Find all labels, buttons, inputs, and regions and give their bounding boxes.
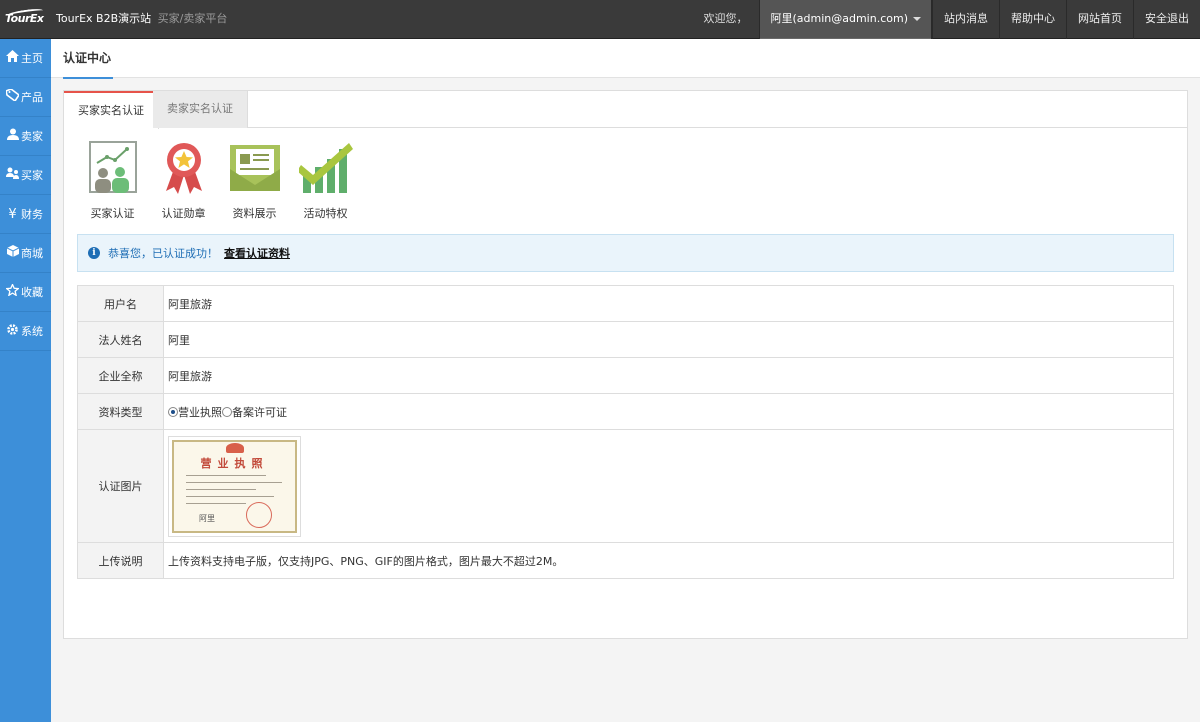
top-bar: TourEx TourEx B2B演示站 买家/卖家平台 欢迎您， 阿里(adm… [0,0,1200,41]
caret-down-icon [913,17,921,21]
sidebar-item-buyers[interactable]: 买家 [0,156,51,195]
envelope-card-icon [229,145,280,191]
table-row: 上传说明 上传资料支持电子版，仅支持JPG、PNG、GIF的图片格式，图片最大不… [77,542,1174,579]
page-header: 认证中心 [51,39,1200,79]
doc-type-options: 营业执照 备案许可证 [163,393,1174,430]
sidebar-item-label: 买家 [21,169,43,182]
table-row: 资料类型 营业执照 备案许可证 [77,393,1174,430]
chart-people-icon [88,141,137,193]
alert-message: 恭喜您，已认证成功！ [108,247,218,260]
tab-seller-verification[interactable]: 卖家实名认证 [153,91,248,128]
license-signature: 阿里 [199,513,215,523]
info-icon: i [88,247,100,259]
table-row: 法人姓名 阿里 [77,321,1174,358]
company-name-label: 企业全称 [77,357,164,394]
user-name: 阿里(admin@admin.com) [770,12,908,25]
sidebar-item-label: 主页 [21,52,43,65]
sidebar-item-label: 收藏 [21,286,43,299]
gear-icon [5,323,20,340]
tab-bar: 买家实名认证 卖家实名认证 [64,91,1187,129]
company-name-value: 阿里旅游 [163,357,1174,394]
sidebar-item-mall[interactable]: 商城 [0,234,51,273]
user-menu-button[interactable]: 阿里(admin@admin.com) [759,0,932,41]
logout-link[interactable]: 安全退出 [1133,0,1200,39]
page-title: 认证中心 [63,39,114,79]
feature-buyer-verification[interactable]: 买家认证 [77,141,148,221]
sidebar-item-label: 商城 [21,247,43,260]
sidebar-item-home[interactable]: 主页 [0,39,51,78]
site-name: TourEx B2B演示站 [56,12,152,25]
upload-note-value: 上传资料支持电子版，仅支持JPG、PNG、GIF的图片格式，图片最大不超过2M。 [163,542,1174,579]
cert-image-label: 认证图片 [77,429,164,543]
feature-list: 买家认证 认证勋章 资料展示 活动特权 [77,141,361,221]
feature-label: 买家认证 [90,207,135,220]
verification-panel: 买家实名认证 卖家实名认证 买家认证 认证勋章 资料展示 活动特权 i 恭喜您，… [63,90,1188,639]
feature-label: 活动特权 [303,207,348,220]
logo[interactable]: TourEx [5,7,45,30]
radio-business-license[interactable] [168,406,178,417]
sidebar-item-label: 产品 [21,91,43,104]
upload-note-label: 上传说明 [77,542,164,579]
sidebar-item-label: 系统 [21,325,43,338]
username-label: 用户名 [77,285,164,322]
star-icon [5,282,20,300]
yen-icon: ¥ [8,206,17,222]
sidebar-item-system[interactable]: 系统 [0,312,51,351]
main-content: 认证中心 买家实名认证 卖家实名认证 买家认证 认证勋章 资料展示 活动特权 i… [51,39,1200,722]
home-icon [5,50,20,66]
cert-image-cell: 营业执照 阿里 [163,429,1174,543]
legal-name-label: 法人姓名 [77,321,164,358]
feature-label: 认证勋章 [161,207,206,220]
award-ribbon-icon [165,143,202,194]
table-row: 认证图片 营业执照 阿里 [77,429,1174,543]
verification-table: 用户名 阿里旅游 法人姓名 阿里 企业全称 阿里旅游 资料类型 营业执照 备案许可… [77,285,1174,579]
users-icon [5,167,20,183]
site-subtitle: 买家/卖家平台 [157,12,228,25]
red-stamp [246,501,272,528]
top-nav: 欢迎您， 阿里(admin@admin.com) 站内消息 帮助中心 网站首页 … [691,0,1200,41]
sidebar-item-favorites[interactable]: 收藏 [0,273,51,312]
tag-icon [5,88,21,105]
help-link[interactable]: 帮助中心 [999,0,1066,39]
view-verification-link[interactable]: 查看认证资料 [224,245,290,261]
table-row: 用户名 阿里旅游 [77,285,1174,322]
sidebar-item-products[interactable]: 产品 [0,78,51,117]
radio-label: 营业执照 [178,405,222,419]
sidebar: 主页 产品 卖家 买家 ¥ 财务 商城 收藏 系统 [0,39,51,722]
table-row: 企业全称 阿里旅游 [77,357,1174,394]
sidebar-item-sellers[interactable]: 卖家 [0,117,51,156]
license-title: 营业执照 [200,456,269,470]
user-icon [5,128,20,144]
radio-filing-permit[interactable] [222,406,232,417]
site-title: TourEx B2B演示站 买家/卖家平台 [56,0,227,38]
messages-link[interactable]: 站内消息 [932,0,999,39]
box-icon [5,245,20,261]
feature-profile-display[interactable]: 资料展示 [219,141,290,221]
welcome-text: 欢迎您， [703,12,748,25]
national-emblem-icon [226,442,244,453]
doc-type-label: 资料类型 [77,393,164,430]
feature-badge[interactable]: 认证勋章 [148,141,219,221]
growth-check-icon [298,143,353,193]
username-value: 阿里旅游 [163,285,1174,322]
sidebar-item-label: 财务 [21,208,43,221]
feature-activity-privilege[interactable]: 活动特权 [290,141,361,221]
feature-label: 资料展示 [232,207,277,220]
business-license-image[interactable]: 营业执照 阿里 [168,435,301,537]
legal-name-value: 阿里 [163,321,1174,358]
sidebar-item-label: 卖家 [21,130,43,143]
tab-buyer-verification[interactable]: 买家实名认证 [64,91,159,129]
success-alert: i 恭喜您，已认证成功！ 查看认证资料 [77,234,1174,272]
site-home-link[interactable]: 网站首页 [1066,0,1133,39]
sidebar-item-finance[interactable]: ¥ 财务 [0,195,51,234]
license-document: 营业执照 阿里 [172,439,297,533]
radio-label: 备案许可证 [232,405,287,419]
